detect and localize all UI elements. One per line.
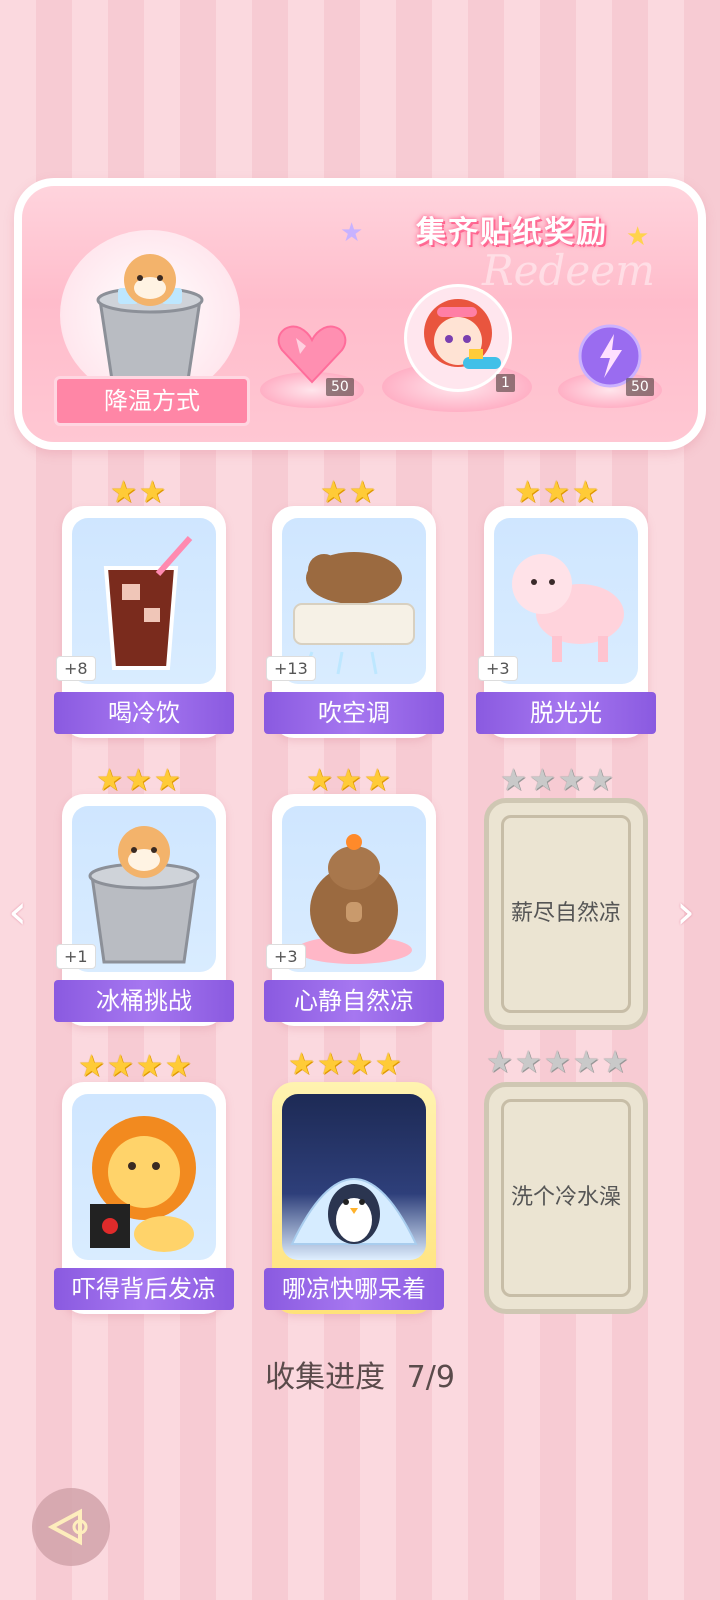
star-rating: ★ ★ bbox=[320, 478, 376, 508]
gold-star-icon: ★ bbox=[78, 1049, 105, 1084]
bonus-badge: +8 bbox=[56, 656, 96, 681]
hamster-bucket-icon[interactable] bbox=[60, 230, 240, 400]
gold-star-icon: ★ bbox=[164, 1049, 192, 1084]
locked-sticker-card[interactable]: 洗个冷水澡 bbox=[484, 1082, 648, 1314]
reward-count: 50 bbox=[326, 378, 354, 396]
sticker-card[interactable]: +3 脱光光 bbox=[476, 506, 656, 738]
card-title: 喝冷饮 bbox=[54, 692, 234, 734]
star-rating: ★ ★ ★ bbox=[306, 766, 391, 796]
gold-star-icon: ★ bbox=[542, 475, 570, 510]
sticker-card[interactable]: 吓得背后发凉 bbox=[54, 1082, 234, 1314]
star-rating: ★ ★ ★ ★ bbox=[288, 1050, 402, 1080]
gold-star-icon: ★ bbox=[135, 1049, 163, 1084]
star-rating: ★ ★ ★ ★ bbox=[78, 1052, 192, 1082]
sparkle-star-icon: ★ bbox=[340, 218, 364, 248]
card-title: 心静自然凉 bbox=[264, 980, 444, 1022]
gold-star-icon: ★ bbox=[110, 475, 137, 510]
chevron-right-icon[interactable]: › bbox=[676, 884, 695, 940]
grey-star-icon: ★ bbox=[572, 1045, 600, 1080]
sticker-card[interactable]: 哪凉快哪呆着 bbox=[264, 1082, 444, 1314]
locked-card-title: 洗个冷水澡 bbox=[510, 1185, 621, 1210]
chevron-left-icon[interactable]: ‹ bbox=[8, 884, 27, 940]
sticker-card[interactable]: +3 心静自然凉 bbox=[264, 794, 444, 1026]
reward-banner: ★ ★ 集齐贴纸奖励 Redeem 降温方式 50 1 50 bbox=[14, 178, 706, 450]
reward-banner-inner: ★ ★ 集齐贴纸奖励 Redeem 降温方式 50 1 50 bbox=[22, 186, 698, 442]
gold-star-icon: ★ bbox=[348, 475, 376, 510]
banner-script-text: Redeem bbox=[482, 246, 655, 295]
main-label: 降温方式 bbox=[54, 376, 250, 426]
grey-star-icon: ★ bbox=[486, 1045, 513, 1080]
sticker-card[interactable]: +13 吹空调 bbox=[264, 506, 444, 738]
card-title: 吹空调 bbox=[264, 692, 444, 734]
grey-star-icon: ★ bbox=[601, 1045, 629, 1080]
gold-star-icon: ★ bbox=[288, 1047, 315, 1082]
locked-card-title: 薪尽自然凉 bbox=[510, 901, 621, 926]
star-rating: ★ ★ bbox=[110, 478, 166, 508]
bonus-badge: +1 bbox=[56, 944, 96, 969]
reward-count: 1 bbox=[496, 374, 515, 392]
star-rating: ★ ★ ★ bbox=[514, 478, 599, 508]
reward-count: 50 bbox=[626, 378, 654, 396]
star-rating: ★ ★ ★ ★ ★ bbox=[486, 1048, 629, 1078]
gold-star-icon: ★ bbox=[334, 763, 362, 798]
sticker-card[interactable]: +8 喝冷饮 bbox=[54, 506, 234, 738]
gold-star-icon: ★ bbox=[345, 1047, 373, 1082]
gold-star-icon: ★ bbox=[514, 475, 541, 510]
gold-star-icon: ★ bbox=[153, 763, 181, 798]
grey-star-icon: ★ bbox=[500, 763, 527, 798]
gold-star-icon: ★ bbox=[124, 763, 152, 798]
card-title: 脱光光 bbox=[476, 692, 656, 734]
gold-star-icon: ★ bbox=[363, 763, 391, 798]
collection-progress: 收集进度 7/9 bbox=[0, 1352, 720, 1396]
star-rating: ★ ★ ★ bbox=[96, 766, 181, 796]
card-title: 哪凉快哪呆着 bbox=[264, 1268, 444, 1310]
grey-star-icon: ★ bbox=[557, 763, 585, 798]
card-title: 吓得背后发凉 bbox=[54, 1268, 234, 1310]
bonus-badge: +3 bbox=[478, 656, 518, 681]
sticker-card[interactable]: +1 冰桶挑战 bbox=[54, 794, 234, 1026]
gold-star-icon: ★ bbox=[320, 475, 347, 510]
progress-label: 收集进度 bbox=[265, 1360, 386, 1395]
grey-star-icon: ★ bbox=[528, 763, 556, 798]
grey-star-icon: ★ bbox=[514, 1045, 542, 1080]
gold-star-icon: ★ bbox=[138, 475, 166, 510]
locked-sticker-card[interactable]: 薪尽自然凉 bbox=[484, 798, 648, 1030]
gold-star-icon: ★ bbox=[571, 475, 599, 510]
back-arrow-icon bbox=[47, 1508, 88, 1546]
bonus-badge: +3 bbox=[266, 944, 306, 969]
grey-star-icon: ★ bbox=[543, 1045, 571, 1080]
scared-lion-icon bbox=[72, 1094, 216, 1260]
progress-value: 7/9 bbox=[406, 1360, 455, 1395]
bonus-badge: +13 bbox=[266, 656, 316, 681]
star-rating: ★ ★ ★ ★ bbox=[500, 766, 614, 796]
grey-star-icon: ★ bbox=[586, 763, 614, 798]
back-button[interactable] bbox=[32, 1488, 110, 1566]
penguin-igloo-icon bbox=[282, 1094, 426, 1260]
gold-star-icon: ★ bbox=[374, 1047, 402, 1082]
card-title: 冰桶挑战 bbox=[54, 980, 234, 1022]
gold-star-icon: ★ bbox=[96, 763, 123, 798]
gold-star-icon: ★ bbox=[306, 763, 333, 798]
gold-star-icon: ★ bbox=[316, 1047, 344, 1082]
gold-star-icon: ★ bbox=[106, 1049, 134, 1084]
